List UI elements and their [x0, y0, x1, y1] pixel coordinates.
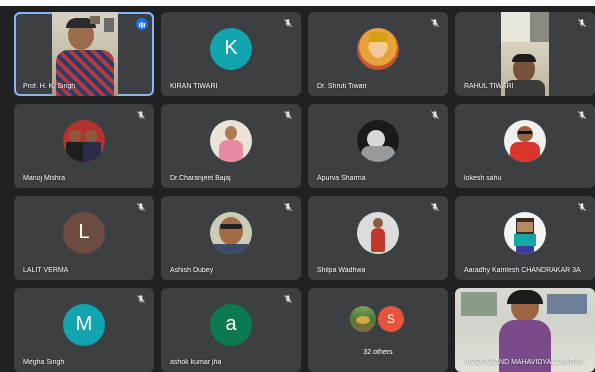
participant-name: Prof. H. K. Singh [23, 83, 76, 90]
avatar [357, 119, 399, 162]
participant-tile[interactable]: lokesh sahu [455, 104, 595, 188]
avatar: M [63, 303, 105, 346]
other-avatar [350, 306, 376, 332]
mic-off-icon [137, 203, 145, 211]
participant-tile[interactable]: Manoj Mishra [14, 104, 154, 188]
mic-off-icon [578, 111, 586, 119]
participant-tile[interactable]: a ashok kumar jha [161, 288, 301, 372]
others-count: 32 others [363, 349, 393, 356]
participant-tile[interactable]: Dr. Shruti Tiwari [308, 12, 448, 96]
avatar [357, 27, 399, 70]
participant-tile[interactable]: Apurva Sharma [308, 104, 448, 188]
participant-name: RAHUL TIWARI [464, 83, 514, 90]
other-avatar: S [378, 306, 404, 332]
avatar: a [210, 303, 252, 346]
avatar: K [210, 27, 252, 70]
mic-off-icon [431, 19, 439, 27]
participant-tile[interactable]: Dr.Charanjeet Bajaj [161, 104, 301, 188]
participant-tile[interactable]: Ashish Dubey [161, 196, 301, 280]
participant-tile[interactable]: RAHUL TIWARI [455, 12, 595, 96]
others-tile[interactable]: S 32 others [308, 288, 448, 372]
participant-name: Shilpa Wadhwa [317, 267, 366, 274]
participant-name: LALIT VERMA [23, 267, 69, 274]
participant-tile[interactable]: L LALIT VERMA [14, 196, 154, 280]
participant-name: Megha Singh [23, 359, 65, 366]
participant-name: Dr.Charanjeet Bajaj [170, 175, 231, 182]
participant-name: ashok kumar jha [170, 359, 222, 366]
participant-name: Aaradhy Kamlesh CHANDRAKAR 3A [464, 267, 581, 274]
mic-off-icon [284, 111, 292, 119]
mic-off-icon [137, 111, 145, 119]
avatar [210, 211, 252, 254]
participant-name: Apurva Sharma [317, 175, 366, 182]
mic-off-icon [578, 203, 586, 211]
mic-off-icon [284, 203, 292, 211]
mic-off-icon [431, 111, 439, 119]
mic-off-icon [284, 295, 292, 303]
avatar [357, 211, 399, 254]
mic-off-icon [431, 203, 439, 211]
participant-tile[interactable]: Shilpa Wadhwa [308, 196, 448, 280]
participant-tile[interactable]: M Megha Singh [14, 288, 154, 372]
mic-off-icon [284, 19, 292, 27]
participant-tile[interactable]: Aaradhy Kamlesh CHANDRAKAR 3A [455, 196, 595, 280]
speaking-indicator-icon [136, 18, 148, 30]
avatar [504, 211, 546, 254]
participant-grid: Prof. H. K. Singh K KIRAN TIWARI Dr. Shr… [8, 8, 595, 372]
avatar: L [63, 211, 105, 254]
participant-name: KIRAN TIWARI [170, 83, 218, 90]
participant-name: VIVEKANAND MAHAVIDYALAYA RAI... [464, 359, 588, 366]
participant-tile[interactable]: VIVEKANAND MAHAVIDYALAYA RAI... [455, 288, 595, 372]
participant-name: Dr. Shruti Tiwari [317, 83, 367, 90]
avatar [210, 119, 252, 162]
mic-off-icon [137, 295, 145, 303]
window-top-strip [0, 0, 595, 6]
participant-tile[interactable]: Prof. H. K. Singh [14, 12, 154, 96]
participant-name: Ashish Dubey [170, 267, 214, 274]
participant-name: lokesh sahu [464, 175, 502, 182]
mic-off-icon [578, 19, 586, 27]
avatar [504, 119, 546, 162]
participant-tile[interactable]: K KIRAN TIWARI [161, 12, 301, 96]
avatar [63, 119, 105, 162]
participant-name: Manoj Mishra [23, 175, 66, 182]
